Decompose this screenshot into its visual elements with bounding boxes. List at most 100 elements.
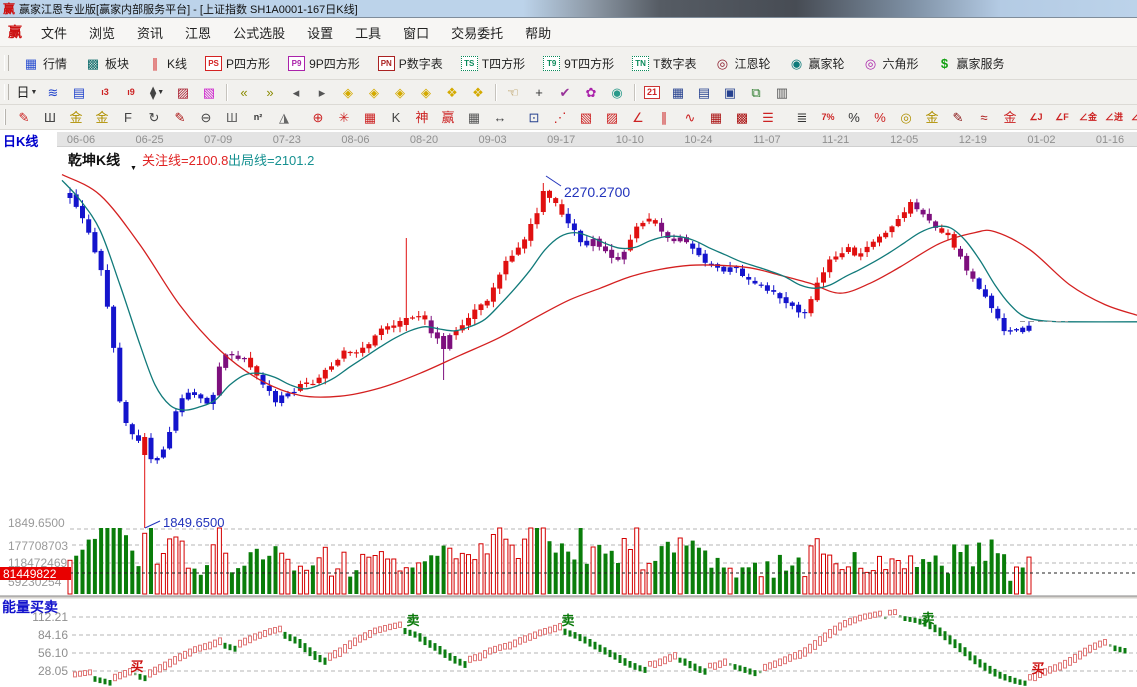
menu-item-0[interactable]: 文件 bbox=[30, 20, 78, 45]
small-bars-9-button[interactable]: ı9 bbox=[118, 81, 144, 103]
chip-distribution-button[interactable]: ▨ bbox=[170, 81, 196, 103]
price-grid-button[interactable]: ▦ bbox=[703, 106, 729, 128]
pan-left-button[interactable]: ◈ bbox=[335, 81, 361, 103]
fan-box-2-button[interactable]: ▨ bbox=[599, 106, 625, 128]
menu-item-8[interactable]: 交易委托 bbox=[440, 20, 514, 45]
time-grid-button[interactable]: Ш bbox=[37, 106, 63, 128]
toolbar-p-square-button[interactable]: PSP四方形 bbox=[196, 49, 279, 77]
toolbar-winner-wheel-button[interactable]: ◉赢家轮 bbox=[779, 49, 853, 77]
report-button[interactable]: ▤ bbox=[691, 81, 717, 103]
k-marks-button[interactable]: K bbox=[383, 106, 409, 128]
circle-measure-button[interactable]: ⊖ bbox=[193, 106, 219, 128]
hand-tool-button[interactable]: ☜ bbox=[500, 81, 526, 103]
parallel-rays-button[interactable]: ∥ bbox=[651, 106, 677, 128]
multi-color-chart-button[interactable]: ▧ bbox=[196, 81, 222, 103]
menu-item-3[interactable]: 江恩 bbox=[174, 20, 222, 45]
cycle-tool-button[interactable]: ◉ bbox=[604, 81, 630, 103]
first-bar-button[interactable]: « bbox=[231, 81, 257, 103]
marker-pen-button[interactable]: ✎ bbox=[167, 106, 193, 128]
brush-button[interactable]: ✎ bbox=[945, 106, 971, 128]
dense-grid-button[interactable]: ▩ bbox=[729, 106, 755, 128]
toolbar-winner-service-button[interactable]: $赢家服务 bbox=[928, 49, 1014, 77]
calendar-button[interactable]: 21 bbox=[639, 81, 665, 103]
pan-right-button[interactable]: ◈ bbox=[361, 81, 387, 103]
toolbar-sectors-button[interactable]: ▩板块 bbox=[76, 49, 138, 77]
gann-circle-button[interactable]: ⊕ bbox=[305, 106, 331, 128]
kline-type-label[interactable]: 乾坤K线 bbox=[68, 152, 120, 168]
menu-item-6[interactable]: 工具 bbox=[344, 20, 392, 45]
fan-box-button[interactable]: ▧ bbox=[573, 106, 599, 128]
last-bar-button[interactable]: » bbox=[257, 81, 283, 103]
wave-line-button[interactable]: ∿ bbox=[677, 106, 703, 128]
notes-button[interactable]: ▤ bbox=[66, 81, 92, 103]
toolbar-hexagon-button[interactable]: ◎六角形 bbox=[854, 49, 928, 77]
gold-angle-button[interactable]: ∠金 bbox=[1075, 106, 1101, 128]
chart-canvas[interactable]: 06-0606-2507-0907-2308-0608-2009-0309-17… bbox=[0, 130, 1137, 687]
period-selector-button[interactable]: 日▼ bbox=[14, 81, 40, 103]
toolbar-p-table-button[interactable]: PNP数字表 bbox=[369, 49, 452, 77]
toolbar-grip[interactable] bbox=[4, 84, 9, 100]
toolbar-kline-button[interactable]: ∥K线 bbox=[138, 49, 196, 77]
save-button[interactable]: ▣ bbox=[717, 81, 743, 103]
menu-item-5[interactable]: 设置 bbox=[296, 20, 344, 45]
next-bar-button[interactable]: ▸ bbox=[309, 81, 335, 103]
j-angle-button[interactable]: ∠J bbox=[1023, 106, 1049, 128]
menu-item-4[interactable]: 公式选股 bbox=[222, 20, 296, 45]
gold-grid-button[interactable]: 金 bbox=[63, 106, 89, 128]
angle-line-button[interactable]: ∠ bbox=[625, 106, 651, 128]
print-button[interactable]: ▥ bbox=[769, 81, 795, 103]
wave-2-button[interactable]: ≈ bbox=[971, 106, 997, 128]
gold-grid-2-button[interactable]: 金 bbox=[89, 106, 115, 128]
toolbar-9t-square-button[interactable]: T99T四方形 bbox=[534, 49, 623, 77]
gold-line-button[interactable]: 金 bbox=[919, 106, 945, 128]
f-angle-button[interactable]: ∠F bbox=[1049, 106, 1075, 128]
menu-item-9[interactable]: 帮助 bbox=[514, 20, 562, 45]
toolbar-gann-wheel-button[interactable]: ◎江恩轮 bbox=[705, 49, 779, 77]
square-numbers-button[interactable]: n² bbox=[245, 106, 271, 128]
crosshair-tool-button[interactable]: + bbox=[526, 81, 552, 103]
percent-line-button[interactable]: % bbox=[867, 106, 893, 128]
gann-flower-button[interactable]: ✿ bbox=[578, 81, 604, 103]
gold-circle-button[interactable]: ◎ bbox=[893, 106, 919, 128]
toolbar-quotes-button[interactable]: ▦行情 bbox=[14, 49, 76, 77]
toolbar-grip[interactable] bbox=[4, 109, 6, 125]
shen-grid-button[interactable]: 神 bbox=[409, 106, 435, 128]
zoom-out-button[interactable]: ❖ bbox=[465, 81, 491, 103]
speed-lines-button[interactable]: ☰ bbox=[755, 106, 781, 128]
zoom-in-h-button[interactable]: ◈ bbox=[387, 81, 413, 103]
pen-tool-button[interactable]: ✎ bbox=[11, 106, 37, 128]
seven-percent-button[interactable]: 7% bbox=[815, 106, 841, 128]
box-tool-button[interactable]: ⊡ bbox=[521, 106, 547, 128]
angle-ruler-button[interactable]: ◮ bbox=[271, 106, 297, 128]
number-grid-button[interactable]: ▦ bbox=[461, 106, 487, 128]
span-measure-button[interactable]: ↔ bbox=[487, 106, 513, 128]
mark-tool-button[interactable]: ✔ bbox=[552, 81, 578, 103]
gann-box-button[interactable]: ▦ bbox=[357, 106, 383, 128]
menu-item-7[interactable]: 窗口 bbox=[392, 20, 440, 45]
fib-grid-button[interactable]: F bbox=[115, 106, 141, 128]
toolbar-t-table-button[interactable]: TNT数字表 bbox=[623, 49, 705, 77]
sketch-lines-button[interactable]: ≋ bbox=[40, 81, 66, 103]
zoom-in-button[interactable]: ❖ bbox=[439, 81, 465, 103]
toolbar-grip[interactable] bbox=[4, 55, 9, 71]
kline-type-dropdown-icon[interactable]: ▼ bbox=[130, 165, 137, 172]
small-bars-3-button[interactable]: ı3 bbox=[92, 81, 118, 103]
calculator-button[interactable]: ▦ bbox=[665, 81, 691, 103]
menu-item-2[interactable]: 资讯 bbox=[126, 20, 174, 45]
comb-button[interactable]: Ш bbox=[219, 106, 245, 128]
toolbar-9p-square-button[interactable]: P99P四方形 bbox=[279, 49, 369, 77]
candle-style-button[interactable]: ⧫▼ bbox=[144, 81, 170, 103]
percent-button[interactable]: % bbox=[841, 106, 867, 128]
network-button[interactable]: ⧉ bbox=[743, 81, 769, 103]
gann-star-button[interactable]: ✳ bbox=[331, 106, 357, 128]
toolbar-t-square-button[interactable]: TST四方形 bbox=[452, 49, 534, 77]
jin-angle-button[interactable]: ∠进 bbox=[1101, 106, 1127, 128]
menu-item-1[interactable]: 浏览 bbox=[78, 20, 126, 45]
ray-fan-button[interactable]: ⋰ bbox=[547, 106, 573, 128]
win-angle-button[interactable]: ∠赢 bbox=[1127, 106, 1137, 128]
gold-underline-button[interactable]: 金 bbox=[997, 106, 1023, 128]
win-grid-button[interactable]: 赢 bbox=[435, 106, 461, 128]
prev-bar-button[interactable]: ◂ bbox=[283, 81, 309, 103]
level-marks-button[interactable]: ≣ bbox=[789, 106, 815, 128]
zoom-out-h-button[interactable]: ◈ bbox=[413, 81, 439, 103]
